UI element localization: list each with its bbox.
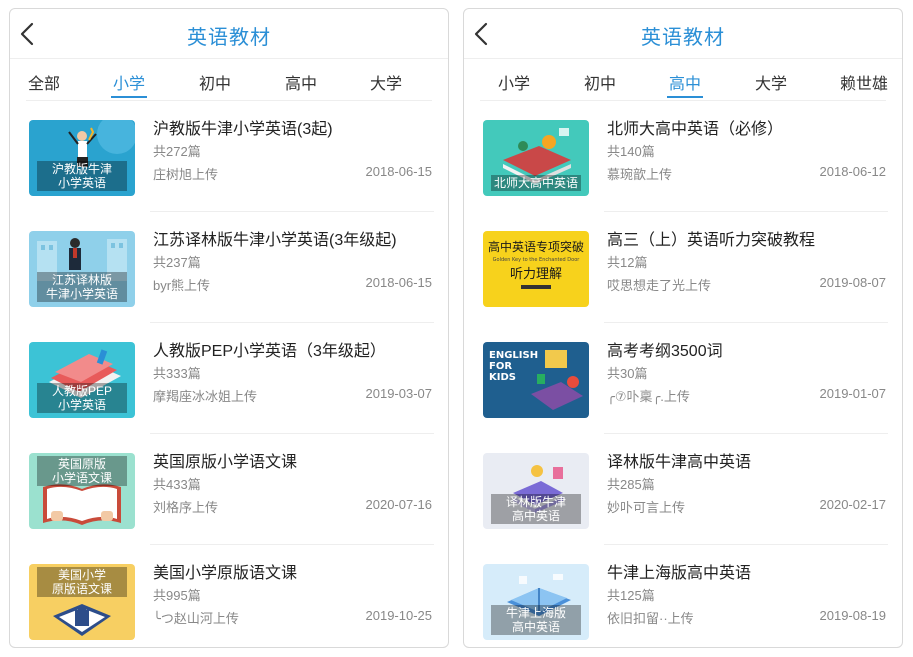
book-cover: 沪教版牛津 小学英语: [29, 120, 135, 196]
book-title: 沪教版牛津小学英语(3起): [153, 121, 333, 138]
uploader: 哎思想走了光上传: [607, 278, 712, 293]
book-title: 高考考纲3500词: [607, 343, 723, 360]
book-cover: 美国小学 原版语文课: [29, 564, 135, 640]
header: 英语教材: [10, 9, 448, 59]
tab-label: 高中: [668, 76, 701, 93]
book-cover: 英国原版 小学语文课: [29, 453, 135, 529]
cover-illustration: ENGLISH FOR KIDS: [483, 342, 589, 418]
tab-primary[interactable]: 小学: [94, 70, 164, 98]
list-item[interactable]: 北师大高中英语 北师大高中英语（必修） 共140篇 慕琬歆上传 2018-06-…: [464, 101, 902, 212]
book-cover: 北师大高中英语: [483, 120, 589, 196]
uploader: 妙卟可言上传: [607, 500, 686, 515]
uploader: 刘格序上传: [153, 500, 219, 515]
cover-caption: 英国原版 小学语文课: [37, 456, 127, 486]
tab-all[interactable]: 全部: [10, 70, 79, 94]
book-title: 北师大高中英语（必修）: [607, 121, 784, 138]
uploader: 庄树旭上传: [153, 167, 219, 182]
page-title: 英语教材: [641, 27, 725, 49]
article-count: 共125篇: [607, 588, 655, 603]
cover-caption: 北师大高中英语: [491, 175, 581, 191]
header: 英语教材: [464, 9, 902, 59]
tab-senior-high[interactable]: 高中: [650, 70, 720, 98]
book-title: 江苏译林版牛津小学英语(3年级起): [153, 232, 397, 249]
upload-date: 2018-06-12: [819, 164, 887, 179]
article-count: 共140篇: [607, 144, 655, 159]
article-count: 共285篇: [607, 477, 655, 492]
upload-date: 2018-06-15: [365, 164, 433, 179]
tab-university[interactable]: 大学: [351, 70, 421, 94]
tab-active-indicator: [667, 96, 703, 98]
upload-date: 2019-10-25: [365, 608, 433, 623]
cover-subtitle: Golden Key to the Enchanted Door: [493, 257, 581, 263]
article-count: 共237篇: [153, 255, 201, 270]
upload-date: 2020-02-17: [819, 497, 887, 512]
page-title: 英语教材: [187, 27, 271, 49]
cover-illustration: 高中英语专项突破 Golden Key to the Enchanted Doo…: [483, 231, 589, 307]
upload-date: 2019-08-19: [819, 608, 887, 623]
uploader: 依旧扣留··上传: [607, 611, 694, 626]
cover-caption: 江苏译林版 牛津小学英语: [37, 272, 127, 302]
upload-date: 2019-08-07: [819, 275, 887, 290]
tab-senior-high[interactable]: 高中: [266, 70, 336, 94]
list-item[interactable]: 高中英语专项突破 Golden Key to the Enchanted Doo…: [464, 212, 902, 323]
book-title: 译林版牛津高中英语: [607, 454, 752, 471]
upload-date: 2019-03-07: [365, 386, 433, 401]
textbook-panel-right: 英语教材 小学 初中 高中 大学 赖世雄 北师大高中英语 北师大高中英语（必修）…: [463, 8, 903, 648]
list-item[interactable]: 美国小学 原版语文课 美国小学原版语文课 共995篇 ╰つ赵山河上传 2019-…: [10, 545, 448, 647]
upload-date: 2019-01-07: [819, 386, 887, 401]
cover-main-title: 听力理解: [510, 267, 562, 282]
cover-caption: 译林版牛津 高中英语: [491, 494, 581, 524]
article-count: 共30篇: [607, 366, 648, 381]
article-count: 共272篇: [153, 144, 201, 159]
list-item[interactable]: 译林版牛津 高中英语 译林版牛津高中英语 共285篇 妙卟可言上传 2020-0…: [464, 434, 902, 545]
book-title: 人教版PEP小学英语（3年级起）: [153, 343, 386, 360]
book-title: 英国原版小学语文课: [153, 454, 298, 471]
category-tabs: 全部 小学 初中 高中 大学: [26, 59, 432, 101]
book-title: 高三（上）英语听力突破教程: [607, 232, 816, 249]
tab-junior-high[interactable]: 初中: [565, 70, 635, 94]
book-cover: 牛津上海版 高中英语: [483, 564, 589, 640]
article-count: 共333篇: [153, 366, 201, 381]
tab-lai-shixiong[interactable]: 赖世雄: [829, 70, 899, 94]
upload-date: 2020-07-16: [365, 497, 433, 512]
upload-date: 2018-06-15: [365, 275, 433, 290]
book-cover: 译林版牛津 高中英语: [483, 453, 589, 529]
book-title: 美国小学原版语文课: [153, 565, 298, 582]
uploader: byr熊上传: [153, 278, 211, 293]
uploader: ╰つ赵山河上传: [153, 611, 239, 626]
uploader: ╭⑦卟稟╭.上传: [607, 389, 690, 404]
book-cover: ENGLISH FOR KIDS: [483, 342, 589, 418]
tab-primary[interactable]: 小学: [479, 70, 549, 94]
book-title: 牛津上海版高中英语: [607, 565, 752, 582]
list-item[interactable]: 沪教版牛津 小学英语 沪教版牛津小学英语(3起) 共272篇 庄树旭上传 201…: [10, 101, 448, 212]
list-item[interactable]: 江苏译林版 牛津小学英语 江苏译林版牛津小学英语(3年级起) 共237篇 byr…: [10, 212, 448, 323]
tab-label: 小学: [112, 76, 145, 93]
tab-university[interactable]: 大学: [736, 70, 806, 94]
book-cover: 人教版PEP 小学英语: [29, 342, 135, 418]
list-item[interactable]: 牛津上海版 高中英语 牛津上海版高中英语 共125篇 依旧扣留··上传 2019…: [464, 545, 902, 647]
book-cover: 高中英语专项突破 Golden Key to the Enchanted Doo…: [483, 231, 589, 307]
cover-caption: 沪教版牛津 小学英语: [37, 161, 127, 191]
uploader: 慕琬歆上传: [607, 167, 673, 182]
article-count: 共995篇: [153, 588, 201, 603]
list-item[interactable]: 人教版PEP 小学英语 人教版PEP小学英语（3年级起） 共333篇 摩羯座冰冰…: [10, 323, 448, 434]
cover-caption: 美国小学 原版语文课: [37, 567, 127, 597]
tab-junior-high[interactable]: 初中: [180, 70, 250, 94]
category-tabs: 小学 初中 高中 大学 赖世雄: [479, 59, 888, 101]
uploader: 摩羯座冰冰姐上传: [153, 389, 258, 404]
article-count: 共12篇: [607, 255, 648, 270]
list-item[interactable]: ENGLISH FOR KIDS 高考考纲3500词 共30篇 ╭⑦卟稟╭.上传 2…: [464, 323, 902, 434]
list-item[interactable]: 英国原版 小学语文课 英国原版小学语文课 共433篇 刘格序上传 2020-07…: [10, 434, 448, 545]
tab-active-indicator: [111, 96, 147, 98]
article-count: 共433篇: [153, 477, 201, 492]
book-cover: 江苏译林版 牛津小学英语: [29, 231, 135, 307]
cover-caption: 牛津上海版 高中英语: [491, 605, 581, 635]
cover-heading: 高中英语专项突破: [488, 239, 584, 254]
textbook-panel-left: 英语教材 全部 小学 初中 高中 大学 沪教版牛津 小学英语 沪教版牛津小学英语…: [9, 8, 449, 648]
cover-caption: 人教版PEP 小学英语: [37, 383, 127, 413]
